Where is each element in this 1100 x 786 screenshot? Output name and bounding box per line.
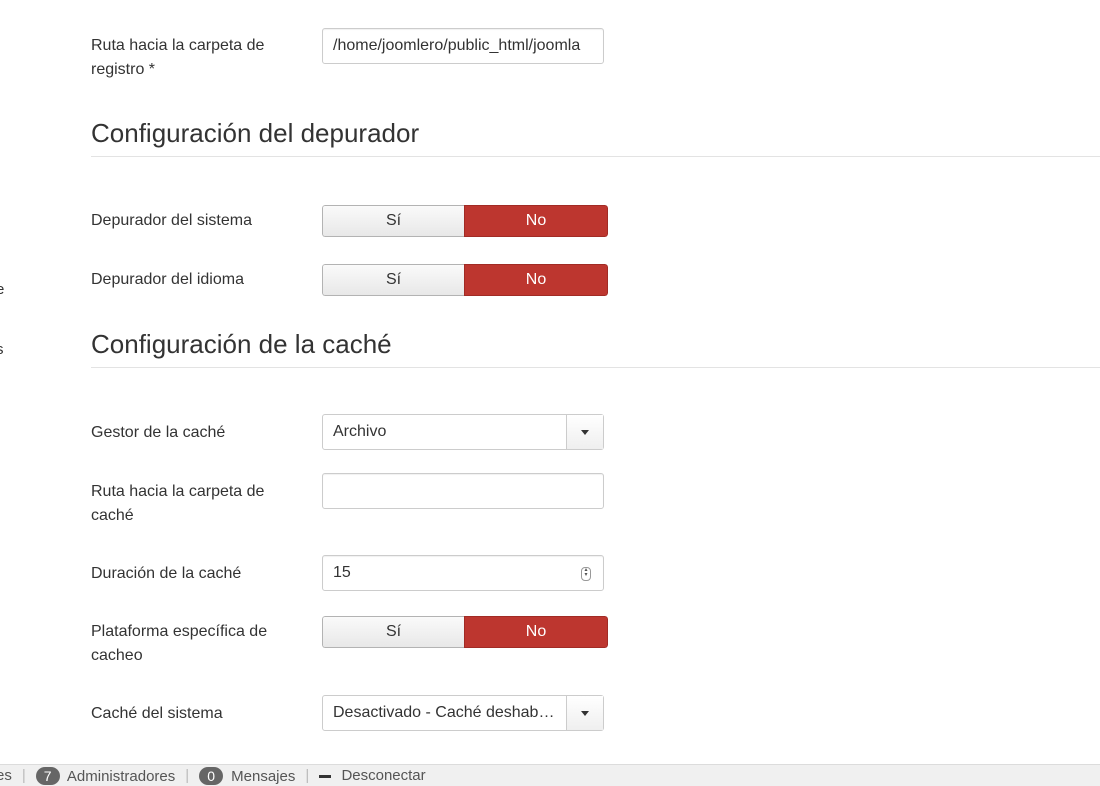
logout-link[interactable]: Desconectar	[319, 767, 426, 784]
system-debug-no-button[interactable]: No	[464, 205, 608, 237]
cache-time-label: Duración de la caché	[91, 565, 242, 582]
messages-label: Mensajes	[231, 767, 296, 785]
separator: |	[185, 767, 190, 784]
log-path-label: Ruta hacia la carpeta de registro *	[91, 37, 265, 78]
system-debug-label: Depurador del sistema	[91, 212, 252, 229]
separator: |	[305, 767, 310, 784]
admins-link[interactable]: 7 Administradores	[35, 766, 176, 785]
cache-path-label: Ruta hacia la carpeta de caché	[91, 483, 265, 524]
status-bar: es | 7 Administradores | 0 Mensajes | De…	[0, 764, 1100, 786]
cache-time-input[interactable]: 15 ▴ ▾	[322, 555, 604, 591]
system-cache-value: Desactivado - Caché deshab…	[333, 704, 555, 721]
platform-cache-no-button[interactable]: No	[464, 616, 608, 648]
logout-icon	[319, 774, 332, 778]
sidebar-item-fragment[interactable]: s	[0, 341, 4, 358]
debug-section-title: Configuración del depurador	[91, 118, 420, 148]
platform-cache-yes-button[interactable]: Sí	[322, 616, 464, 648]
chevron-down-icon	[581, 710, 589, 716]
admins-label: Administradores	[66, 767, 176, 785]
separator: |	[21, 767, 26, 784]
logout-label: Desconectar	[341, 767, 426, 784]
cache-section-title: Configuración de la caché	[91, 329, 392, 359]
messages-count-badge: 0	[199, 766, 223, 785]
log-path-input[interactable]: /home/joomlero/public_html/joomla	[322, 28, 604, 64]
cache-path-input[interactable]	[322, 473, 604, 509]
system-cache-select[interactable]: Desactivado - Caché deshab…	[322, 695, 604, 731]
dropdown-button[interactable]	[566, 415, 603, 449]
number-spinner-icon[interactable]: ▴ ▾	[581, 567, 591, 581]
section-divider	[91, 156, 1100, 157]
cache-handler-select[interactable]: Archivo	[322, 414, 604, 450]
language-debug-yes-button[interactable]: Sí	[322, 264, 464, 296]
dropdown-button[interactable]	[566, 696, 603, 730]
language-debug-toggle: Sí No	[322, 264, 608, 296]
cache-handler-label: Gestor de la caché	[91, 424, 226, 441]
chevron-down-icon	[581, 429, 589, 435]
language-debug-label: Depurador del idioma	[91, 271, 244, 288]
platform-cache-label: Plataforma específica de cacheo	[91, 623, 268, 664]
platform-cache-toggle: Sí No	[322, 616, 608, 648]
sidebar-item-fragment[interactable]: e	[0, 281, 4, 298]
status-fragment[interactable]: es	[0, 767, 12, 784]
section-divider	[91, 367, 1100, 368]
cache-time-value: 15	[333, 564, 351, 581]
admins-count-badge: 7	[35, 766, 60, 785]
system-cache-label: Caché del sistema	[91, 705, 223, 722]
language-debug-no-button[interactable]: No	[464, 264, 608, 296]
messages-link[interactable]: 0 Mensajes	[199, 766, 296, 785]
system-debug-yes-button[interactable]: Sí	[322, 205, 464, 237]
cache-handler-value: Archivo	[333, 423, 387, 440]
system-debug-toggle: Sí No	[322, 205, 608, 237]
